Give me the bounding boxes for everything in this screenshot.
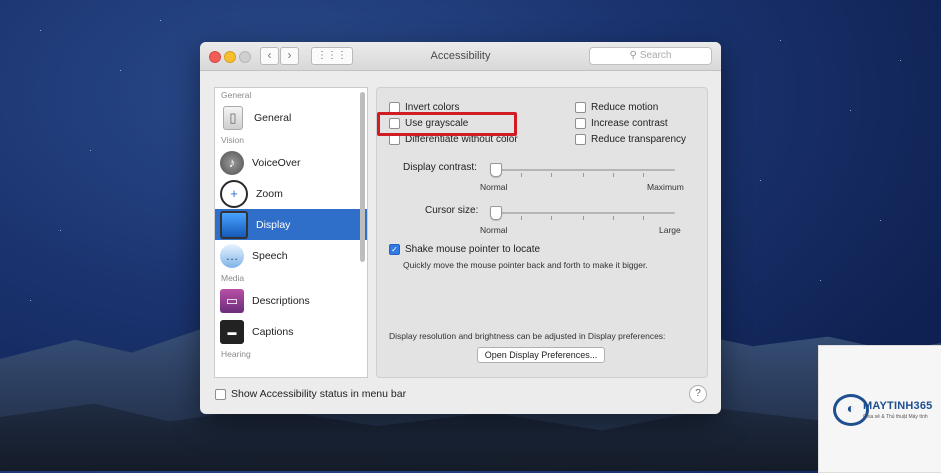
speech-icon: …: [220, 243, 244, 268]
help-button[interactable]: ?: [689, 385, 707, 403]
resolution-note: Display resolution and brightness can be…: [389, 331, 666, 341]
voiceover-icon: ♪: [220, 150, 244, 175]
slider-tick: [643, 216, 644, 220]
display-contrast-label: Display contrast:: [403, 162, 477, 173]
sidebar-item-label: Speech: [252, 249, 288, 262]
sidebar-item-descriptions[interactable]: ▭ Descriptions: [215, 285, 367, 316]
display-contrast-slider[interactable]: [491, 169, 675, 171]
display-icon: [220, 210, 248, 239]
title-bar: ‹ › ⋮⋮⋮ Accessibility ⚲ Search: [200, 42, 721, 71]
search-field[interactable]: ⚲ Search: [589, 47, 712, 65]
sidebar-item-captions[interactable]: ▬ Captions: [215, 316, 367, 347]
reduce-motion-checkbox[interactable]: Reduce motion: [575, 102, 658, 113]
watermark-name: MAYTINH365: [863, 400, 933, 412]
sidebar-item-label: Descriptions: [252, 294, 310, 307]
cursor-size-label: Cursor size:: [425, 205, 479, 216]
display-contrast-knob[interactable]: [490, 163, 502, 177]
show-status-checkbox[interactable]: Show Accessibility status in menu bar: [215, 388, 406, 400]
checkbox-box: [215, 388, 226, 400]
slider-tick: [643, 173, 644, 177]
watermark: ◐ MAYTINH365 Chia sẻ & Thủ thuật Máy tín…: [818, 345, 941, 473]
checkbox-label: Increase contrast: [591, 118, 668, 129]
checkbox-box: [575, 118, 586, 129]
checkbox-label: Reduce motion: [591, 102, 659, 113]
sidebar-scrollbar[interactable]: [360, 92, 365, 262]
sidebar-section-hearing: Hearing: [221, 349, 251, 359]
sidebar-section-vision: Vision: [221, 135, 244, 145]
sidebar-item-label: Zoom: [256, 187, 283, 200]
captions-icon: ▬: [220, 319, 244, 344]
descriptions-icon: ▭: [220, 288, 244, 313]
sidebar: General ▯ General Vision ♪ VoiceOver + Z…: [214, 87, 368, 378]
sidebar-item-voiceover[interactable]: ♪ VoiceOver: [215, 147, 367, 178]
accessibility-window: ‹ › ⋮⋮⋮ Accessibility ⚲ Search General ▯ …: [200, 42, 721, 414]
checkbox-box: [575, 102, 586, 113]
watermark-tagline: Chia sẻ & Thủ thuật Máy tính: [863, 414, 928, 420]
cursor-min-label: Normal: [480, 225, 508, 235]
zoom-icon: +: [220, 179, 248, 208]
slider-tick: [583, 173, 584, 177]
contrast-max-label: Maximum: [647, 182, 684, 192]
cursor-size-knob[interactable]: [490, 206, 502, 220]
shake-help-text: Quickly move the mouse pointer back and …: [403, 260, 648, 270]
sidebar-item-general[interactable]: ▯ General: [215, 102, 367, 133]
shake-pointer-checkbox[interactable]: ✓ Shake mouse pointer to locate: [389, 244, 540, 255]
sidebar-section-general: General: [221, 90, 252, 100]
sidebar-item-label: VoiceOver: [252, 156, 301, 169]
checkbox-label: Shake mouse pointer to locate: [405, 244, 541, 255]
checkbox-label: Show Accessibility status in menu bar: [231, 388, 407, 400]
slider-tick: [613, 216, 614, 220]
search-placeholder: Search: [639, 50, 672, 61]
search-icon: ⚲: [629, 50, 637, 61]
slider-tick: [551, 173, 552, 177]
sidebar-item-display[interactable]: Display: [215, 209, 367, 240]
sidebar-item-label: Display: [256, 218, 291, 231]
sidebar-section-media: Media: [221, 273, 245, 283]
slider-tick: [583, 216, 584, 220]
cursor-max-label: Large: [659, 225, 681, 235]
checkbox-box: [575, 134, 586, 145]
sidebar-item-zoom[interactable]: + Zoom: [215, 178, 367, 209]
slider-tick: [521, 216, 522, 220]
general-icon: ▯: [223, 105, 243, 130]
slider-tick: [521, 173, 522, 177]
sidebar-item-label: General: [254, 111, 292, 124]
reduce-transparency-checkbox[interactable]: Reduce transparency: [575, 134, 686, 145]
sidebar-item-speech[interactable]: … Speech: [215, 240, 367, 271]
slider-tick: [613, 173, 614, 177]
checkbox-label: Reduce transparency: [591, 134, 687, 145]
checkmark-icon: ✓: [389, 244, 400, 255]
contrast-min-label: Normal: [480, 182, 508, 192]
highlight-box: [377, 112, 517, 136]
cursor-size-slider[interactable]: [491, 212, 675, 214]
slider-tick: [551, 216, 552, 220]
increase-contrast-checkbox[interactable]: Increase contrast: [575, 118, 668, 129]
open-display-preferences-button[interactable]: Open Display Preferences...: [477, 347, 605, 363]
sidebar-item-label: Captions: [252, 325, 294, 338]
